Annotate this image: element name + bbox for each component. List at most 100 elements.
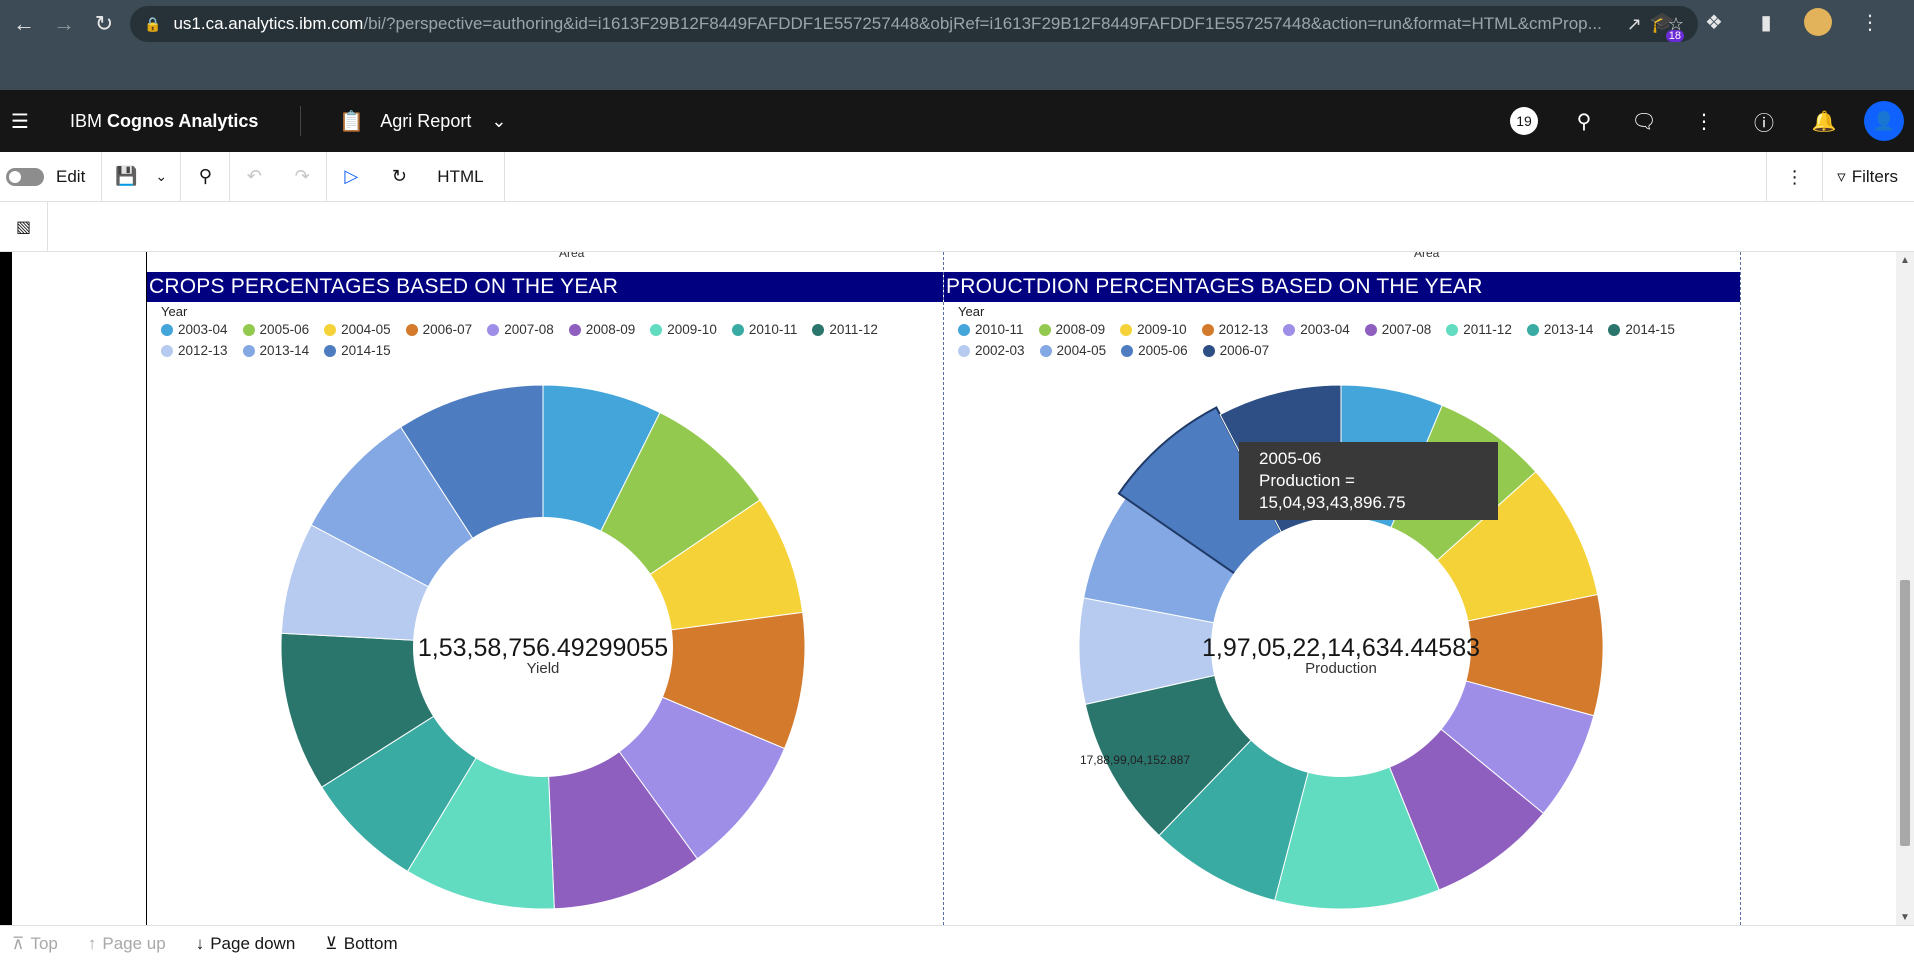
report-title[interactable]: Agri Report — [380, 111, 471, 132]
legend-swatch — [1039, 344, 1052, 357]
legend-item[interactable]: 2003-04 — [161, 321, 228, 338]
refresh-icon[interactable]: ↻ — [375, 152, 423, 202]
legend-item[interactable]: 2008-09 — [568, 321, 635, 338]
legend-item[interactable]: 2005-06 — [242, 321, 310, 338]
save-chevron-down-icon[interactable]: ⌄ — [150, 152, 172, 202]
legend-item[interactable]: 2010-11 — [731, 321, 797, 338]
legend-swatch — [1446, 323, 1459, 336]
legend-item[interactable]: 2007-08 — [1364, 321, 1431, 338]
filters-label: Filters — [1851, 167, 1898, 186]
legend-label: 2003-04 — [178, 322, 228, 337]
legend-swatch — [1201, 323, 1214, 336]
undo-icon[interactable]: ↶ — [230, 152, 278, 202]
legend-item[interactable]: 2013-14 — [1526, 321, 1593, 338]
chevron-down-icon[interactable]: ⌄ — [491, 111, 506, 132]
address-bar[interactable]: 🔒 us1.ca.analytics.ibm.com/bi/?perspecti… — [130, 6, 1698, 42]
legend-swatch — [242, 323, 255, 336]
legend-item[interactable]: 2005-06 — [1121, 342, 1188, 359]
legend-item[interactable]: 2006-07 — [405, 321, 473, 338]
share-icon[interactable]: ↗ — [1627, 14, 1642, 35]
insert-table-icon[interactable]: ▧ — [0, 202, 48, 252]
help-icon[interactable]: ⓘ — [1734, 90, 1794, 152]
legend-title: Year — [958, 304, 985, 319]
run-play-icon[interactable]: ▷ — [327, 152, 375, 202]
tooltip-category: 2005-06 — [1259, 449, 1322, 468]
toolbar-divider — [503, 151, 505, 202]
extensions-puzzle-icon[interactable]: ❖ — [1700, 8, 1728, 36]
legend-item[interactable]: 2002-03 — [958, 342, 1025, 359]
browser-menu-icon[interactable]: ⋮ — [1856, 8, 1884, 36]
report-clipboard-icon: 📋 — [339, 110, 365, 133]
legend-swatch — [1608, 323, 1621, 336]
page-up-button[interactable]: ↑ Page up — [88, 934, 166, 954]
legend-item[interactable]: 2009-10 — [650, 321, 717, 338]
legend-item[interactable]: 2012-13 — [161, 342, 228, 359]
profile-avatar[interactable] — [1804, 8, 1832, 36]
legend-label: 2012-13 — [178, 343, 228, 358]
legend-item[interactable]: 2008-09 — [1038, 321, 1105, 338]
legend-item[interactable]: 2004-05 — [1039, 342, 1106, 359]
legend-item[interactable]: 2006-07 — [1202, 342, 1270, 359]
crops-total-label: Yield — [527, 660, 560, 677]
overflow-menu-icon[interactable]: ⋮ — [1674, 90, 1734, 152]
page-down-button[interactable]: ↓ Page down — [196, 934, 296, 954]
legend-item[interactable]: 2003-04 — [1283, 321, 1350, 338]
redo-icon[interactable]: ↷ — [278, 152, 326, 202]
legend-label: 2005-06 — [1138, 343, 1188, 358]
notification-bell-icon[interactable]: 🔔 — [1794, 90, 1854, 152]
chat-icon[interactable]: 🗨 — [1614, 90, 1674, 152]
reload-icon[interactable]: ↻ — [84, 4, 124, 44]
forward-icon[interactable]: → — [44, 4, 84, 44]
extension-badge: 18 — [1665, 30, 1684, 42]
bottom-button[interactable]: ⊻ Bottom — [325, 934, 397, 954]
scroll-up-arrow-icon[interactable]: ▲ — [1896, 252, 1914, 268]
legend-swatch — [161, 323, 173, 336]
scroll-down-arrow-icon[interactable]: ▼ — [1896, 909, 1914, 925]
legend-item[interactable]: 2012-13 — [1201, 321, 1268, 338]
legend-label: 2006-07 — [1219, 343, 1270, 358]
area-label-stub: Area — [1414, 252, 1440, 260]
tooltip-measure: Production = — [1259, 471, 1355, 490]
area-label-stub: Area — [559, 252, 585, 260]
production-legend: 2010-11 2008-09 2009-10 2012-13 2003-04 2007-… — [958, 321, 1718, 359]
legend-item[interactable]: 2014-15 — [324, 342, 391, 359]
top-arrow-icon: ⊼ — [12, 934, 25, 953]
back-icon[interactable]: ← — [4, 4, 44, 44]
legend-swatch — [1526, 323, 1539, 336]
vertical-scrollbar[interactable]: ▲ ▼ — [1896, 252, 1914, 925]
legend-label: 2004-05 — [341, 322, 391, 337]
side-panel-icon[interactable]: ▮ — [1752, 8, 1780, 36]
crops-panel: Area CROPS PERCENTAGES BASED ON THE YEAR… — [146, 252, 943, 925]
top-button[interactable]: ⊼ Top — [12, 934, 58, 954]
extension-mortarboard-icon[interactable]: 🎓 18 — [1648, 8, 1684, 42]
save-icon[interactable]: 💾 — [102, 152, 150, 202]
legend-item[interactable]: 2014-15 — [1608, 321, 1675, 338]
scroll-thumb[interactable] — [1900, 580, 1910, 846]
filters-button[interactable]: ▿ Filters — [1822, 152, 1914, 202]
search-icon[interactable]: ⚲ — [1554, 90, 1614, 152]
count-badge[interactable]: 19 — [1494, 90, 1554, 152]
legend-item[interactable]: 2011-12 — [1446, 321, 1512, 338]
output-format[interactable]: HTML — [437, 167, 483, 187]
legend-label: 2006-07 — [422, 322, 473, 337]
legend-item[interactable]: 2013-14 — [242, 342, 309, 359]
legend-swatch — [1202, 344, 1215, 357]
edit-toggle[interactable] — [6, 167, 44, 186]
legend-swatch — [1364, 323, 1377, 336]
legend-item[interactable]: 2007-08 — [487, 321, 554, 338]
menu-icon[interactable]: ☰ — [0, 90, 40, 152]
legend-swatch — [731, 323, 744, 336]
user-avatar-icon[interactable]: 👤 — [1864, 101, 1904, 141]
legend-item[interactable]: 2009-10 — [1120, 321, 1187, 338]
legend-swatch — [812, 323, 825, 336]
legend-item[interactable]: 2011-12 — [812, 321, 878, 338]
share-icon[interactable]: ⚲ — [181, 152, 229, 202]
product-name: IBM Cognos Analytics — [70, 110, 259, 131]
legend-swatch — [650, 323, 663, 336]
overflow-menu-icon[interactable]: ⋮ — [1766, 152, 1822, 202]
crops-chart-title: CROPS PERCENTAGES BASED ON THE YEAR — [147, 272, 943, 302]
legend-item[interactable]: 2010-11 — [958, 321, 1024, 338]
legend-item[interactable]: 2004-05 — [324, 321, 391, 338]
legend-label: 2009-10 — [1137, 322, 1187, 337]
legend-label: 2005-06 — [259, 322, 310, 337]
